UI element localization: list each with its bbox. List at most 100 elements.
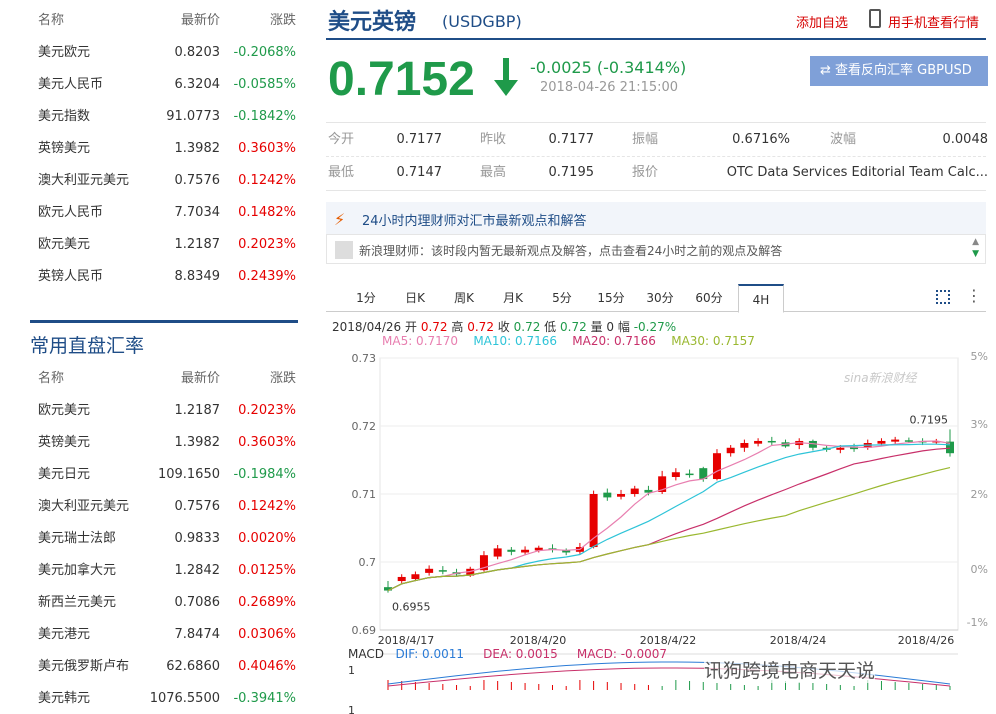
table-row[interactable]: 英镑美元 1.3982 0.3603% <box>30 138 298 160</box>
pair-name[interactable]: 英镑美元 <box>38 432 90 454</box>
table-row[interactable]: 澳大利亚元美元 0.7576 0.1242% <box>30 496 298 518</box>
scroll-down-icon[interactable]: ▼ <box>972 249 979 259</box>
candle-body[interactable] <box>507 549 516 552</box>
x-tick-label: 2018/4/22 <box>640 634 696 647</box>
scroll-up-icon[interactable]: ▲ <box>972 237 979 247</box>
pair-name[interactable]: 美元韩元 <box>38 688 90 710</box>
table-row[interactable]: 英镑美元 1.3982 0.3603% <box>30 432 298 454</box>
table-row[interactable]: 美元韩元 1076.5500 -0.3941% <box>30 688 298 710</box>
pair-name[interactable]: 美元人民币 <box>38 74 103 96</box>
candle-body[interactable] <box>877 440 886 444</box>
stat-open-value: 0.7177 <box>396 132 443 147</box>
pair-name[interactable]: 美元加拿大元 <box>38 560 116 582</box>
macd-value: MACD: -0.0007 <box>576 647 668 661</box>
pair-name[interactable]: 欧元美元 <box>38 400 90 422</box>
table-row[interactable]: 美元人民币 6.3204 -0.0585% <box>30 74 298 96</box>
table-row[interactable]: 欧元美元 1.2187 0.2023% <box>30 234 298 256</box>
kline-amp: -0.27% <box>633 320 677 334</box>
candle-body[interactable] <box>589 494 598 548</box>
page-title: 美元英镑 <box>328 10 417 35</box>
stat-quote-source: OTC Data Services Editorial Team Calc... <box>726 165 988 180</box>
trend-icon: ⚡ <box>334 210 346 229</box>
candle-body[interactable] <box>712 453 721 480</box>
current-price: 0.7152 <box>328 53 475 106</box>
sina-watermark: sina新浪财经 <box>844 371 919 385</box>
pair-name[interactable]: 新西兰元美元 <box>38 592 116 614</box>
candle-body[interactable] <box>685 473 694 476</box>
tab-5[interactable]: 15分 <box>591 284 631 312</box>
candle-body[interactable] <box>630 488 639 494</box>
candle-body[interactable] <box>425 568 434 573</box>
candle-body[interactable] <box>617 494 626 497</box>
candle-body[interactable] <box>740 443 749 448</box>
fullscreen-icon[interactable] <box>936 290 950 304</box>
tab-6[interactable]: 30分 <box>640 284 680 312</box>
advisor-title[interactable]: 24小时内理财师对汇市最新观点和解答 <box>362 210 587 229</box>
candle-body[interactable] <box>397 576 406 582</box>
phone-view-link[interactable]: 用手机查看行情 <box>888 12 979 31</box>
pair-name[interactable]: 澳大利亚元美元 <box>38 170 129 192</box>
pair-change: 0.4046% <box>238 659 296 674</box>
pair-name[interactable]: 欧元人民币 <box>38 202 103 224</box>
pair-price: 0.9833 <box>174 531 221 546</box>
candle-body[interactable] <box>836 447 845 450</box>
tab-4[interactable]: 5分 <box>542 284 582 312</box>
pair-name[interactable]: 英镑美元 <box>38 138 90 160</box>
pair-name[interactable]: 美元欧元 <box>38 42 90 64</box>
pair-name[interactable]: 美元指数 <box>38 106 90 128</box>
kline-high-label: 高 <box>451 320 464 334</box>
tab-7[interactable]: 60分 <box>689 284 729 312</box>
add-favorite-link[interactable]: 添加自选 <box>796 12 848 31</box>
table-row[interactable]: 美元指数 91.0773 -0.1842% <box>30 106 298 128</box>
stat-quote-label: 报价 <box>632 165 659 180</box>
table-row[interactable]: 美元俄罗斯卢布 62.6860 0.4046% <box>30 656 298 678</box>
tab-1[interactable]: 日K <box>395 284 435 312</box>
table-row[interactable]: 欧元人民币 7.7034 0.1482% <box>30 202 298 224</box>
kline-close-label: 收 <box>497 320 510 334</box>
tab-0[interactable]: 1分 <box>346 284 386 312</box>
candle-body[interactable] <box>603 492 612 498</box>
pair-name[interactable]: 美元俄罗斯卢布 <box>38 656 129 678</box>
table-row[interactable]: 美元加拿大元 1.2842 0.0125% <box>30 560 298 582</box>
kline-vol: 0 <box>606 320 615 334</box>
more-icon[interactable]: ⋮ <box>966 286 982 305</box>
kline-amp-label: 幅 <box>617 320 630 334</box>
ma20-value: MA20: 0.7166 <box>572 334 656 348</box>
tab-2[interactable]: 周K <box>444 284 484 312</box>
table-row[interactable]: 美元日元 109.1650 -0.1984% <box>30 464 298 486</box>
pair-change: -0.0585% <box>233 77 296 92</box>
candle-body[interactable] <box>891 439 900 442</box>
y-right-tick-label: 2% <box>971 488 988 501</box>
macd-tick-label: 1 <box>348 704 355 714</box>
candle-body[interactable] <box>521 549 530 553</box>
pair-name[interactable]: 美元港元 <box>38 624 90 646</box>
table-row[interactable]: 美元瑞士法郎 0.9833 0.0020% <box>30 528 298 550</box>
pair-name[interactable]: 英镑人民币 <box>38 266 103 288</box>
candle-body[interactable] <box>726 447 735 454</box>
candle-body[interactable] <box>493 548 502 557</box>
tab-8[interactable]: 4H <box>738 284 784 313</box>
candle-body[interactable] <box>904 440 913 442</box>
ma30-value: MA30: 0.7157 <box>671 334 755 348</box>
tab-3[interactable]: 月K <box>493 284 533 312</box>
table-row[interactable]: 新西兰元美元 0.7086 0.2689% <box>30 592 298 614</box>
table-row[interactable]: 澳大利亚元美元 0.7576 0.1242% <box>30 170 298 192</box>
table-row[interactable]: 英镑人民币 8.8349 0.2439% <box>30 266 298 288</box>
candle-body[interactable] <box>754 440 763 444</box>
candle-body[interactable] <box>411 574 420 579</box>
candle-body[interactable] <box>767 440 776 443</box>
x-tick-label: 2018/4/24 <box>770 634 826 647</box>
candle-body[interactable] <box>438 570 447 572</box>
pair-name[interactable]: 美元瑞士法郎 <box>38 528 116 550</box>
ma-info: MA5: 0.7170 MA10: 0.7166 MA20: 0.7166 MA… <box>382 334 755 348</box>
pair-name[interactable]: 欧元美元 <box>38 234 90 256</box>
candle-body[interactable] <box>671 472 680 477</box>
reverse-rate-button[interactable]: ⇄ 查看反向汇率 GBPUSD <box>810 56 988 86</box>
table-row[interactable]: 欧元美元 1.2187 0.2023% <box>30 400 298 422</box>
advisor-message[interactable]: 新浪理财师：该时段内暂无最新观点及解答，点击查看24小时之前的观点及解答 <box>359 242 782 259</box>
pair-name[interactable]: 澳大利亚元美元 <box>38 496 129 518</box>
table-row[interactable]: 美元港元 7.8474 0.0306% <box>30 624 298 646</box>
table-row[interactable]: 美元欧元 0.8203 -0.2068% <box>30 42 298 64</box>
left-panel: 名称 最新价 涨跌 美元欧元 0.8203 -0.2068% 美元人民币 6.3204 -0.0… <box>0 0 300 714</box>
pair-name[interactable]: 美元日元 <box>38 464 90 486</box>
